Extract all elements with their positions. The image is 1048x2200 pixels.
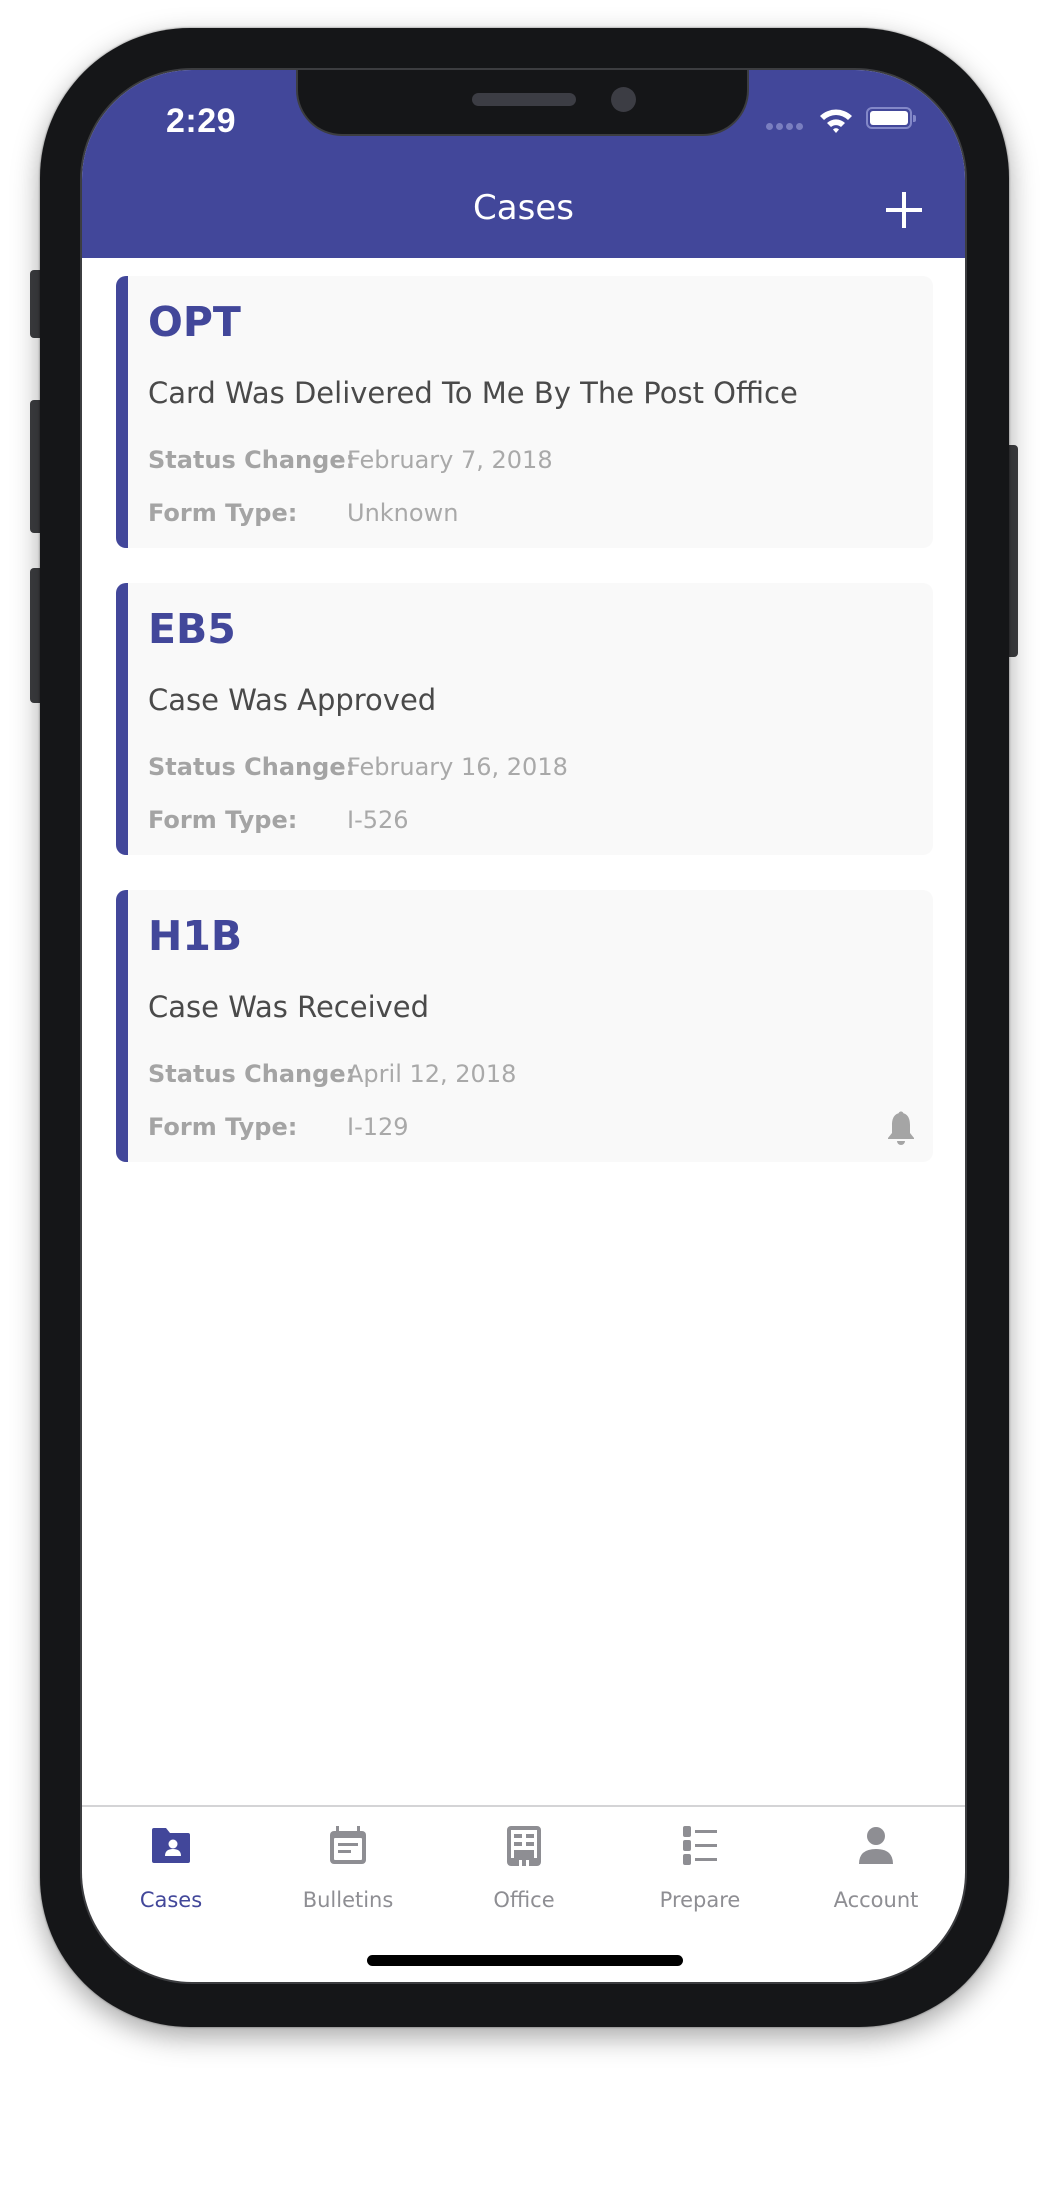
app-screen: 2:29 Cases OPT Card Was Delivered To Me (82, 70, 965, 1982)
case-status: Case Was Approved (148, 683, 437, 717)
status-change-value: April 12, 2018 (347, 1060, 517, 1088)
card-accent-bar (116, 583, 128, 855)
tab-bulletins[interactable]: Bulletins (268, 1818, 428, 1928)
card-accent-bar (116, 276, 128, 548)
signal-icon (766, 123, 803, 130)
building-icon (507, 1826, 541, 1866)
tab-office[interactable]: Office (444, 1818, 604, 1928)
front-camera (611, 87, 636, 112)
add-case-button[interactable] (882, 188, 926, 232)
battery-icon (866, 107, 916, 129)
case-status: Case Was Received (148, 990, 430, 1024)
form-type-value: Unknown (347, 499, 459, 527)
tab-bar-divider (82, 1805, 965, 1807)
case-card[interactable]: OPT Card Was Delivered To Me By The Post… (116, 276, 933, 548)
status-change-value: February 16, 2018 (347, 753, 568, 781)
person-icon (859, 1827, 893, 1864)
card-accent-bar (116, 890, 128, 1162)
tab-label: Cases (139, 1888, 203, 1912)
wifi-icon (820, 109, 852, 133)
form-type-value: I-526 (347, 806, 409, 834)
tab-label: Prepare (659, 1888, 741, 1912)
calendar-icon (330, 1826, 366, 1864)
status-change-label: Status Change: (148, 753, 356, 781)
form-type-label: Form Type: (148, 499, 298, 527)
form-type-label: Form Type: (148, 1113, 298, 1141)
status-change-value: February 7, 2018 (347, 446, 553, 474)
plus-icon (886, 192, 922, 228)
device-notch (298, 70, 747, 134)
bell-icon[interactable] (886, 1111, 916, 1147)
folder-user-icon (152, 1828, 190, 1863)
form-type-label: Form Type: (148, 806, 298, 834)
status-change-label: Status Change: (148, 446, 356, 474)
status-time: 2:29 (166, 102, 237, 140)
case-card[interactable]: H1B Case Was Received Status Change: Apr… (116, 890, 933, 1162)
case-title: OPT (148, 298, 241, 346)
case-title: H1B (148, 912, 243, 960)
navigation-bar: 2:29 Cases (82, 70, 965, 258)
case-status: Card Was Delivered To Me By The Post Off… (148, 376, 798, 410)
home-indicator[interactable] (367, 1955, 683, 1966)
speaker-grille (472, 93, 576, 106)
form-type-value: I-129 (347, 1113, 409, 1141)
list-icon (683, 1826, 717, 1865)
tab-cases[interactable]: Cases (91, 1818, 251, 1928)
page-title: Cases (473, 188, 574, 228)
tab-label: Account (833, 1888, 919, 1912)
status-change-label: Status Change: (148, 1060, 356, 1088)
case-title: EB5 (148, 605, 236, 653)
tab-account[interactable]: Account (796, 1818, 956, 1928)
tab-label: Bulletins (302, 1888, 394, 1912)
tab-label: Office (493, 1888, 555, 1912)
tab-prepare[interactable]: Prepare (620, 1818, 780, 1928)
case-card[interactable]: EB5 Case Was Approved Status Change: Feb… (116, 583, 933, 855)
